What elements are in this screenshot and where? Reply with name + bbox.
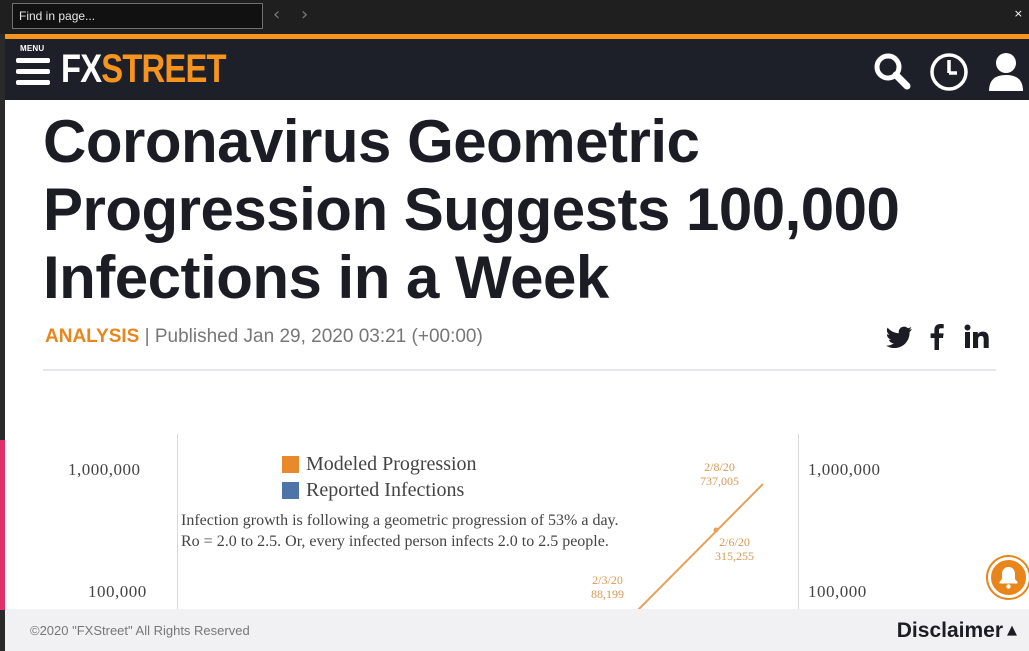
menu-button[interactable]: MENU xyxy=(16,44,52,94)
disclaimer-label: Disclaimer xyxy=(896,619,1003,642)
point-date: 2/6/20 xyxy=(719,535,750,549)
chevron-left-icon[interactable]: ‹ xyxy=(273,5,280,25)
data-point-label: 2/8/20 737,005 xyxy=(700,460,739,488)
find-in-page-input[interactable] xyxy=(12,3,263,29)
menu-label: MENU xyxy=(20,44,45,53)
fxstreet-logo[interactable]: FXSTREET xyxy=(61,45,227,93)
linkedin-icon[interactable] xyxy=(962,322,992,352)
clock-icon[interactable] xyxy=(928,51,970,93)
data-point-label: 2/6/20 315,255 xyxy=(715,535,754,563)
find-in-page-bar: ‹ › × xyxy=(0,0,1029,34)
category-link[interactable]: ANALYSIS xyxy=(45,326,139,347)
user-icon[interactable] xyxy=(985,51,1027,93)
hamburger-icon-bar xyxy=(16,69,50,74)
twitter-icon[interactable] xyxy=(884,322,914,352)
search-icon[interactable] xyxy=(871,51,913,93)
bell-icon xyxy=(999,567,1018,589)
point-date: 2/3/20 xyxy=(592,573,623,587)
progression-line xyxy=(637,483,764,610)
close-icon[interactable]: × xyxy=(1014,7,1023,20)
cookie-footer: ©2020 "FXStreet" All Rights Reserved Dis… xyxy=(5,609,1029,651)
hamburger-icon xyxy=(16,58,50,63)
point-value: 88,199 xyxy=(591,587,624,601)
point-value: 737,005 xyxy=(700,474,739,488)
point-value: 315,255 xyxy=(715,549,754,563)
notification-button[interactable] xyxy=(988,557,1029,598)
data-point-label: 2/3/20 88,199 xyxy=(591,573,624,601)
chevron-right-icon[interactable]: › xyxy=(301,5,308,25)
hamburger-icon-bar xyxy=(16,80,50,85)
disclaimer-button[interactable]: Disclaimer ▲ xyxy=(897,619,1017,643)
meta-separator: | xyxy=(144,326,150,347)
facebook-icon[interactable] xyxy=(922,322,952,352)
article-meta: ANALYSIS | Published Jan 29, 2020 03:21 … xyxy=(45,326,483,348)
point-date: 2/8/20 xyxy=(704,460,735,474)
published-date: Published Jan 29, 2020 03:21 (+00:00) xyxy=(154,326,483,347)
logo-street: STREET xyxy=(101,47,226,91)
copyright-text: ©2020 "FXStreet" All Rights Reserved xyxy=(30,623,250,638)
site-header: MENU FXSTREET xyxy=(5,34,1029,100)
article-title: Coronavirus Geometric Progression Sugges… xyxy=(43,108,900,311)
title-divider xyxy=(43,369,996,371)
article-chart-image: 1,000,000 100,000 1,000,000 100,000 Mode… xyxy=(60,434,920,610)
caret-up-icon: ▲ xyxy=(1007,623,1017,638)
window-frame-accent xyxy=(0,440,5,610)
logo-fx: FX xyxy=(61,47,102,91)
